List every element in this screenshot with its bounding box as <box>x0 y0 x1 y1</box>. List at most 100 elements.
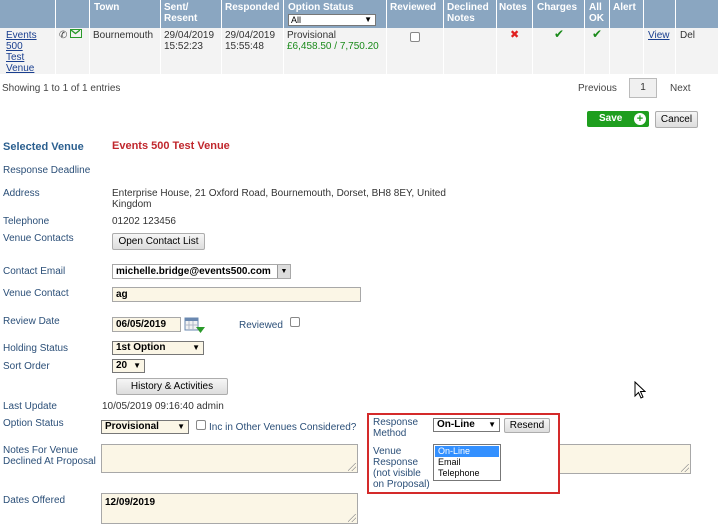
dropdown-option-online[interactable]: On-Line <box>435 446 499 457</box>
next-button[interactable]: Next <box>670 83 691 94</box>
inc-other-venues-label: Inc in Other Venues Considered? <box>209 422 357 433</box>
column-header-all-ok[interactable]: All OK <box>589 2 604 24</box>
response-method-select[interactable]: On-Line ▼ <box>433 418 500 432</box>
column-divider <box>160 0 161 74</box>
selected-venue-label: Selected Venue <box>3 141 84 153</box>
view-link[interactable]: View <box>648 30 670 41</box>
telephone-value: 01202 123456 <box>112 216 176 227</box>
option-status-value: Provisional <box>105 421 159 432</box>
chevron-down-icon: ▼ <box>364 15 372 24</box>
option-status-filter-value: All <box>291 15 302 25</box>
venue-contact-label: Venue Contact <box>3 288 69 299</box>
column-header-notes[interactable]: Notes <box>499 2 527 13</box>
column-header-sent[interactable]: Sent/ Resent <box>164 2 197 24</box>
contact-email-select[interactable]: michelle.bridge@events500.com ▼ <box>112 264 291 279</box>
reviewed-label: Reviewed <box>239 320 283 331</box>
option-status-select[interactable]: Provisional ▼ <box>101 420 189 434</box>
dropdown-option-telephone[interactable]: Telephone <box>435 468 499 479</box>
telephone-label: Telephone <box>3 216 50 227</box>
dates-offered-textarea[interactable]: 12/09/2019 <box>101 493 358 524</box>
notes-cross-icon: ✖ <box>510 29 520 41</box>
holding-status-value: 1st Option <box>116 342 166 353</box>
save-button[interactable]: Save + <box>587 111 649 127</box>
selected-venue-name: Events 500 Test Venue <box>112 140 230 152</box>
all-ok-check-icon: ✔ <box>592 27 603 41</box>
resend-button[interactable]: Resend <box>504 418 550 433</box>
column-divider <box>283 0 284 74</box>
last-update-value: 10/05/2019 09:16:40 admin <box>102 401 224 412</box>
column-divider <box>221 0 222 74</box>
column-divider <box>386 0 387 74</box>
response-method-dropdown[interactable]: On-Line Email Telephone <box>433 444 501 481</box>
history-activities-button[interactable]: History & Activities <box>116 378 228 395</box>
amount-cell: £6,458.50 / 7,750.20 <box>287 41 379 52</box>
dates-offered-label: Dates Offered <box>3 495 66 506</box>
holding-status-label: Holding Status <box>3 343 69 354</box>
column-header-alert[interactable]: Alert <box>613 2 636 13</box>
resize-grip-icon[interactable] <box>681 464 689 472</box>
column-divider <box>675 0 676 74</box>
response-deadline-label: Response Deadline <box>3 165 91 176</box>
venue-response-label: Venue Response (not visible on Proposal) <box>373 446 430 490</box>
contact-email-value: michelle.bridge@events500.com <box>116 266 271 277</box>
column-divider <box>584 0 585 74</box>
sort-order-select[interactable]: 20 ▼ <box>112 359 145 373</box>
address-label: Address <box>3 188 40 199</box>
option-status-filter[interactable]: All ▼ <box>288 14 376 26</box>
dates-offered-value: 12/09/2019 <box>105 497 156 508</box>
review-date-input[interactable]: 06/05/2019 <box>112 317 181 332</box>
inc-other-venues-checkbox[interactable] <box>196 420 206 430</box>
chevron-down-icon: ▼ <box>177 422 185 431</box>
previous-button[interactable]: Previous <box>578 83 617 94</box>
response-method-value: On-Line <box>437 419 475 430</box>
resize-grip-icon[interactable] <box>348 463 356 471</box>
column-divider <box>89 0 90 74</box>
page-number-button[interactable]: 1 <box>629 78 657 98</box>
last-update-label: Last Update <box>3 401 57 412</box>
notes-declined-label: Notes For Venue Declined At Proposal <box>3 445 96 467</box>
column-header-charges[interactable]: Charges <box>537 2 577 13</box>
column-header-town[interactable]: Town <box>94 2 119 13</box>
resize-grip-icon[interactable] <box>348 514 356 522</box>
chevron-down-icon: ▼ <box>192 343 200 352</box>
option-status-label: Option Status <box>3 418 64 429</box>
email-icon <box>70 29 82 38</box>
column-divider <box>532 0 533 74</box>
column-divider <box>443 0 444 74</box>
column-divider <box>55 0 56 74</box>
venue-link[interactable]: Events 500 Test Venue <box>6 30 37 74</box>
entries-info: Showing 1 to 1 of 1 entries <box>2 83 121 94</box>
charges-check-icon: ✔ <box>554 27 565 41</box>
dropdown-option-email[interactable]: Email <box>435 457 499 468</box>
reviewed-checkbox[interactable] <box>290 317 300 327</box>
town-cell: Bournemouth <box>93 30 154 41</box>
chevron-down-icon: ▼ <box>133 361 141 370</box>
notes-declined-textarea[interactable] <box>101 444 358 473</box>
holding-status-select[interactable]: 1st Option ▼ <box>112 341 204 355</box>
column-divider <box>609 0 610 74</box>
column-header-responded[interactable]: Responded <box>225 2 279 13</box>
cancel-button[interactable]: Cancel <box>655 111 698 128</box>
contact-email-label: Contact Email <box>3 266 66 277</box>
venue-contact-input[interactable]: ag <box>112 287 361 302</box>
column-header-option-status[interactable]: Option Status <box>288 2 354 13</box>
open-contact-list-button[interactable]: Open Contact List <box>112 233 205 250</box>
calendar-icon[interactable] <box>184 316 206 334</box>
venue-contacts-label: Venue Contacts <box>3 233 74 244</box>
chevron-down-icon: ▼ <box>488 420 496 429</box>
reviewed-checkbox[interactable] <box>410 32 420 42</box>
phone-icon: ✆ <box>59 30 68 41</box>
sent-cell: 29/04/2019 15:52:23 <box>164 30 215 52</box>
column-header-declined-notes[interactable]: Declined Notes <box>447 2 489 24</box>
sort-order-label: Sort Order <box>3 361 50 372</box>
column-header-reviewed[interactable]: Reviewed <box>390 2 436 13</box>
chevron-down-icon: ▼ <box>277 265 290 278</box>
status-cell: Provisional <box>287 30 336 41</box>
delete-link[interactable]: Del <box>680 30 695 41</box>
column-divider <box>496 0 497 74</box>
mouse-cursor-icon <box>634 380 647 403</box>
response-method-label: Response Method <box>373 417 419 439</box>
address-value: Enterprise House, 21 Oxford Road, Bourne… <box>112 188 446 210</box>
save-label: Save <box>599 113 623 124</box>
responded-cell: 29/04/2019 15:55:48 <box>225 30 276 52</box>
